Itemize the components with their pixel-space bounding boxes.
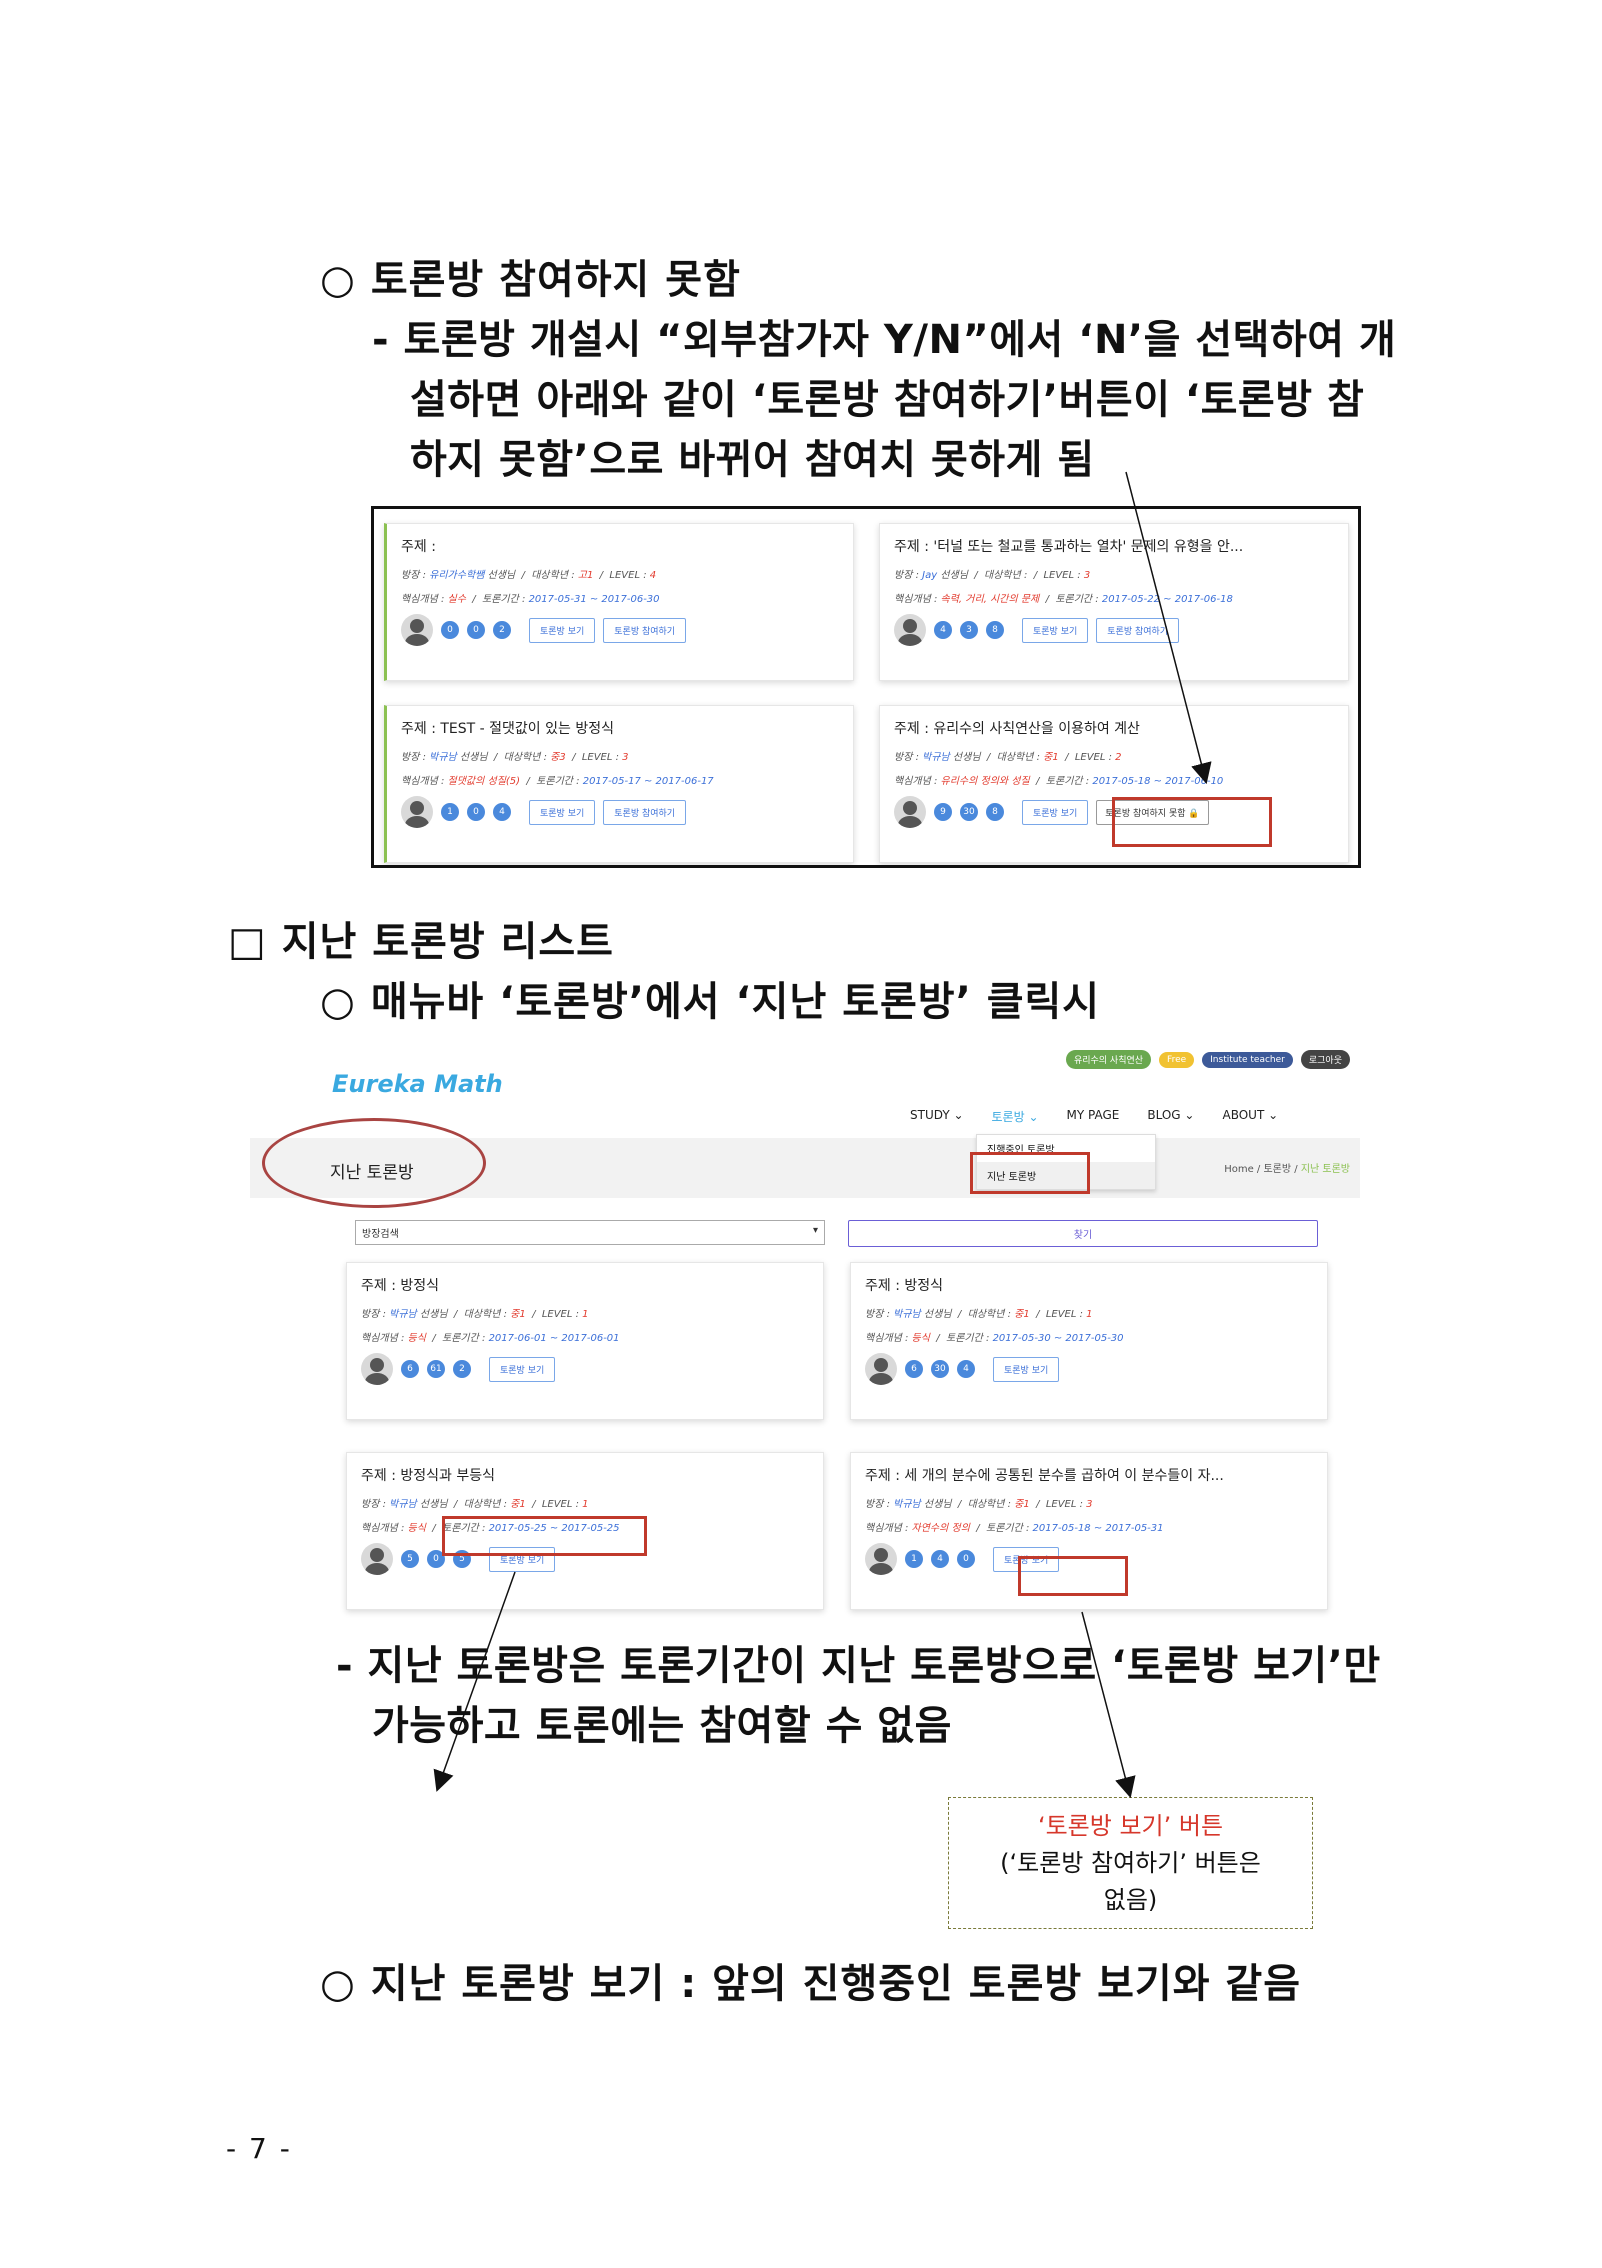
arrow-to-period bbox=[433, 1571, 516, 1792]
arrow-to-callout bbox=[1081, 1611, 1136, 1799]
section3-heading: ○ 지난 토론방 보기 : 앞의 진행중인 토론방 보기와 같음 bbox=[320, 1961, 1302, 2007]
page-number: - 7 - bbox=[226, 2132, 292, 2165]
arrow-to-disabled-button bbox=[1125, 471, 1212, 785]
annotation-arrows bbox=[433, 471, 1212, 1799]
